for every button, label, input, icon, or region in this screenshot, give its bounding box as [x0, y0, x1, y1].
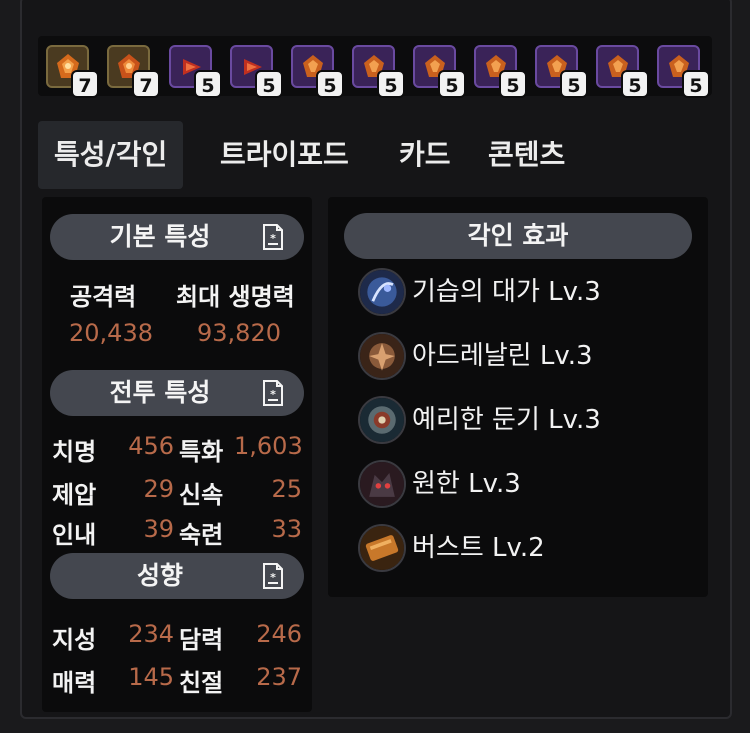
gem-slot[interactable]: 5: [169, 45, 222, 98]
attack-value: 20,438: [69, 319, 153, 347]
tendency-title: 성향: [136, 561, 183, 590]
gem-slot[interactable]: 7: [46, 45, 99, 98]
gem-slot[interactable]: 5: [413, 45, 466, 98]
gem-level-badge: 7: [132, 70, 160, 98]
basic-stats-header: 기본 특성 *: [50, 214, 304, 260]
domination-value: 29: [143, 475, 174, 503]
ambush-master-icon: [358, 268, 406, 316]
kindness-value: 237: [256, 663, 302, 691]
expertise-label: 숙련: [179, 521, 224, 549]
engraving-label: 아드레날린 Lv.3: [412, 341, 593, 371]
attack-label: 공격력: [70, 283, 137, 311]
expertise-value: 33: [271, 515, 302, 543]
document-icon[interactable]: *: [262, 223, 284, 251]
engravings-header: 각인 효과: [344, 213, 692, 259]
swiftness-value: 25: [271, 475, 302, 503]
kindness-label: 친절: [179, 669, 224, 697]
engraving-label: 예리한 둔기 Lv.3: [412, 405, 601, 435]
tendency-header: 성향 *: [50, 553, 304, 599]
max-hp-value: 93,820: [197, 319, 281, 347]
gem-bar: 7 7 5 5 5 5 5 5 5 5 5: [38, 36, 712, 98]
gem-level-badge: 5: [377, 70, 405, 98]
swiftness-label: 신속: [179, 481, 224, 509]
gem-level-badge: 5: [438, 70, 466, 98]
tab-cards[interactable]: 카드: [399, 121, 451, 189]
gem-level-badge: 5: [194, 70, 222, 98]
gem-level-badge: 7: [71, 70, 99, 98]
document-icon[interactable]: *: [262, 379, 284, 407]
gem-slot[interactable]: 5: [596, 45, 649, 98]
gem-slot[interactable]: 5: [291, 45, 344, 98]
basic-stats-title: 기본 특성: [109, 222, 211, 251]
charisma-value: 145: [128, 663, 174, 691]
domination-label: 제압: [52, 481, 97, 509]
grudge-icon: [358, 460, 406, 508]
gem-slot[interactable]: 5: [535, 45, 588, 98]
courage-value: 246: [256, 620, 302, 648]
max-hp-label: 최대 생명력: [176, 283, 295, 311]
engraving-label: 기습의 대가 Lv.3: [412, 277, 601, 307]
engraving-label: 버스트 Lv.2: [412, 533, 545, 563]
burst-icon: [358, 524, 406, 572]
gem-level-badge: 5: [499, 70, 527, 98]
courage-label: 담력: [179, 626, 224, 654]
tab-contents[interactable]: 콘텐츠: [488, 121, 565, 189]
tab-stats-engravings[interactable]: 특성/각인: [38, 121, 184, 189]
stats-panel: 기본 특성 * 공격력 최대 생명력 20,438 93,820 전투 특성 *…: [42, 197, 312, 712]
combat-stats-header: 전투 특성 *: [50, 370, 304, 416]
crit-value: 456: [128, 432, 174, 460]
gem-slot[interactable]: 5: [230, 45, 283, 98]
gem-level-badge: 5: [621, 70, 649, 98]
gem-level-badge: 5: [255, 70, 283, 98]
tab-tripods[interactable]: 트라이포드: [220, 121, 349, 189]
gem-slot[interactable]: 5: [352, 45, 405, 98]
gem-slot[interactable]: 5: [657, 45, 710, 98]
intellect-label: 지성: [52, 626, 97, 654]
endurance-label: 인내: [52, 521, 97, 549]
gem-level-badge: 5: [560, 70, 588, 98]
charisma-label: 매력: [52, 669, 97, 697]
document-icon[interactable]: *: [262, 562, 284, 590]
gem-level-badge: 5: [682, 70, 710, 98]
intellect-value: 234: [128, 620, 174, 648]
specialization-value: 1,603: [234, 432, 303, 460]
combat-stats-title: 전투 특성: [109, 378, 211, 407]
gem-slot[interactable]: 5: [474, 45, 527, 98]
keen-blunt-weapon-icon: [358, 396, 406, 444]
adrenaline-icon: [358, 332, 406, 380]
specialization-label: 특화: [179, 438, 224, 466]
gem-slot[interactable]: 7: [107, 45, 160, 98]
gem-level-badge: 5: [316, 70, 344, 98]
engravings-panel: 각인 효과 기습의 대가 Lv.3 아드레날린 Lv.3 예리한 둔기 Lv.3…: [328, 197, 708, 597]
engraving-label: 원한 Lv.3: [412, 469, 521, 499]
endurance-value: 39: [143, 515, 174, 543]
crit-label: 치명: [52, 438, 97, 466]
